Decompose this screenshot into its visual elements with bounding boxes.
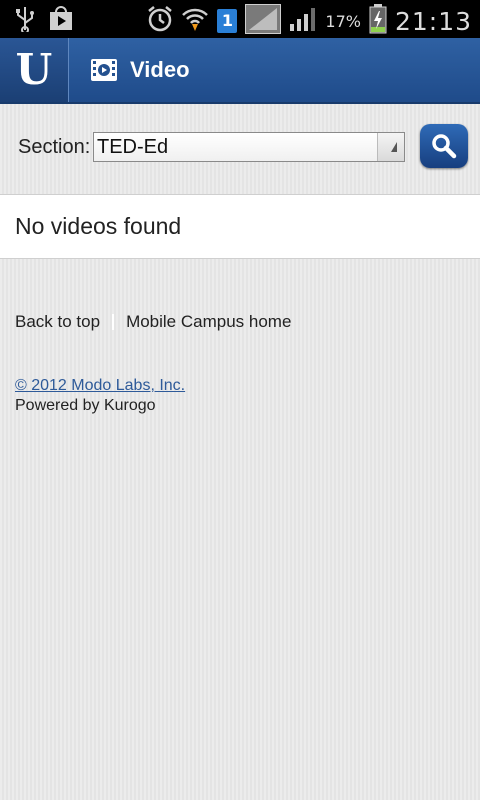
back-to-top-link[interactable]: Back to top	[15, 312, 100, 332]
powered-by-text: Powered by Kurogo	[15, 397, 156, 414]
play-store-icon	[48, 6, 74, 36]
page-title-group: Video	[90, 38, 190, 102]
clock: 21:13	[394, 6, 472, 36]
battery-percent: 17%	[325, 11, 361, 31]
page-title: Video	[130, 57, 190, 82]
usb-icon	[14, 6, 36, 36]
search-icon	[432, 134, 457, 159]
battery-charging-icon	[369, 4, 387, 38]
section-select[interactable]: TED-Ed	[93, 132, 405, 162]
copyright-link[interactable]: © 2012 Modo Labs, Inc.	[15, 377, 185, 395]
home-logo-button[interactable]: U	[0, 38, 69, 102]
status-bar: 1 17% 21:13	[0, 0, 480, 38]
sim-icon: 1	[217, 9, 238, 33]
video-icon	[90, 58, 118, 82]
search-button[interactable]	[420, 124, 468, 168]
alarm-icon	[147, 5, 173, 37]
footer-separator	[112, 314, 115, 330]
campus-home-link[interactable]: Mobile Campus home	[126, 312, 291, 332]
dropdown-arrow-icon	[377, 133, 404, 161]
signal-icon	[244, 3, 283, 38]
section-selected-value: TED-Ed	[97, 136, 169, 158]
app-header: U Video	[0, 38, 480, 104]
wifi-icon	[181, 5, 209, 37]
empty-results-message: No videos found	[15, 213, 182, 239]
section-label: Section:	[18, 136, 91, 158]
signal-bars-icon	[289, 6, 317, 36]
results-panel: No videos found	[0, 194, 480, 259]
footer-nav: Back to top Mobile Campus home	[15, 312, 291, 332]
section-filter: Section: TED-Ed	[0, 104, 480, 194]
